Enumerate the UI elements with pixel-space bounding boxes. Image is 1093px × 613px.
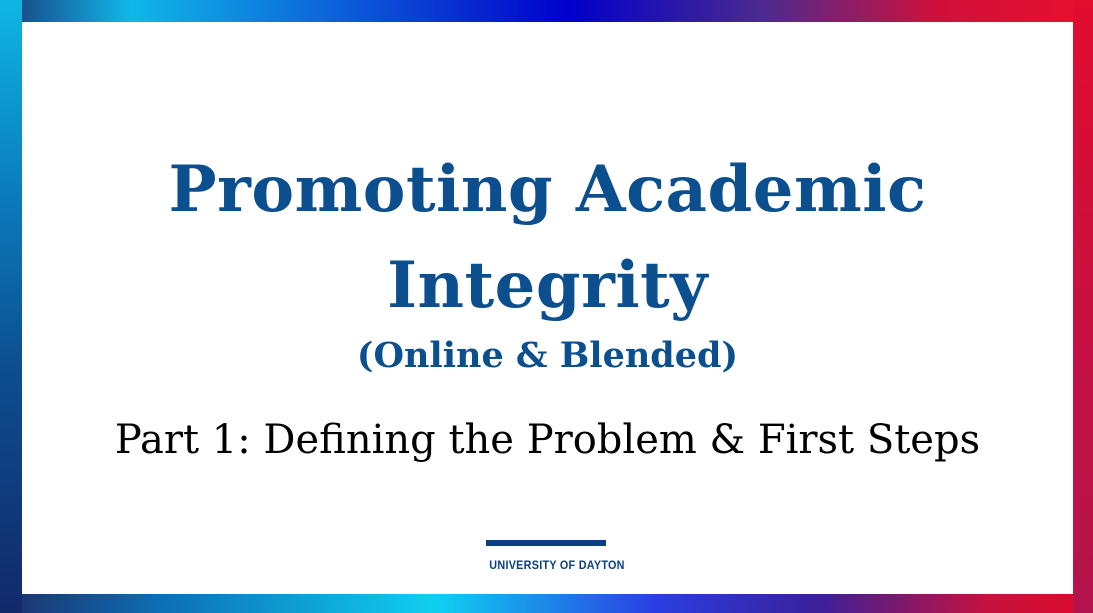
slide-title: Promoting Academic Integrity bbox=[168, 152, 927, 323]
university-logo: UNIVERSITY OF DAYTON bbox=[483, 540, 625, 580]
frame-right-edge bbox=[1073, 0, 1093, 613]
slide-content: Promoting Academic Integrity (Online & B… bbox=[22, 22, 1073, 594]
frame-bottom-edge bbox=[0, 594, 1093, 613]
slide-subtitle: (Online & Blended) bbox=[356, 335, 739, 376]
frame-top-edge bbox=[0, 0, 1093, 22]
logo-text: UNIVERSITY OF DAYTON bbox=[489, 558, 625, 572]
logo-bar bbox=[486, 540, 606, 546]
slide-part-heading: Part 1: Defining the Problem & First Ste… bbox=[114, 417, 981, 463]
frame-left-edge bbox=[0, 0, 22, 613]
